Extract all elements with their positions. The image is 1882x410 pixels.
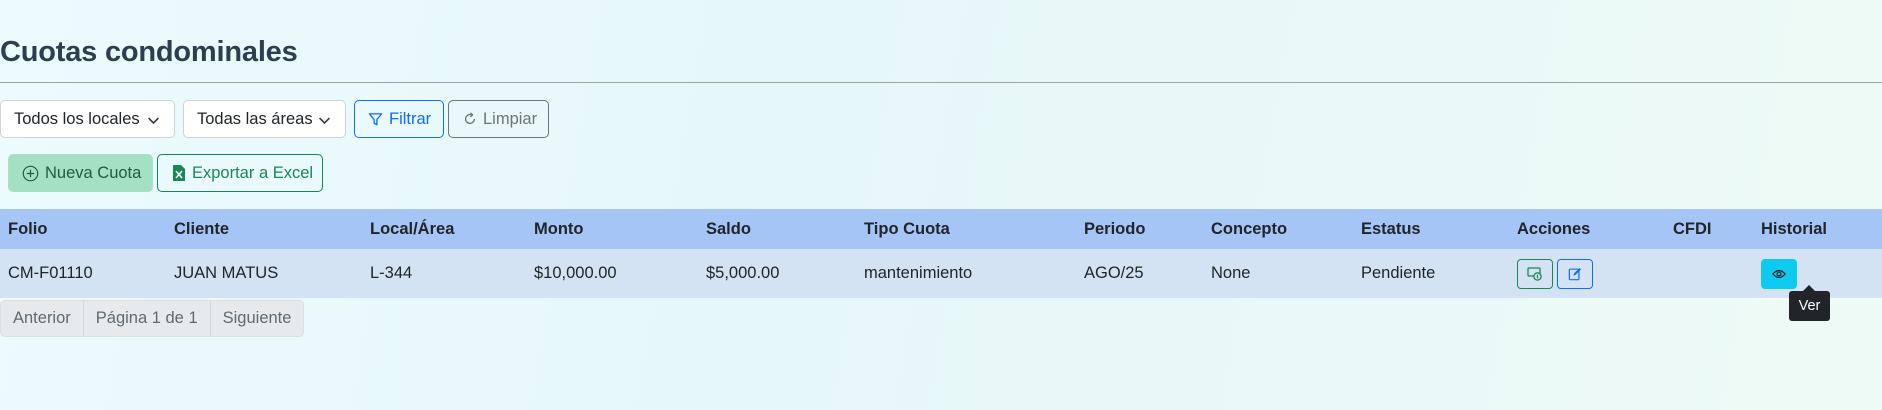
- filter-button[interactable]: Filtrar: [354, 100, 444, 138]
- header-cfdi: CFDI: [1673, 219, 1712, 238]
- pagination-previous[interactable]: Anterior: [1, 301, 83, 336]
- edit-button[interactable]: [1557, 259, 1593, 289]
- export-excel-label: Exportar a Excel: [192, 163, 314, 182]
- locales-select[interactable]: Todos los locales: [0, 100, 175, 138]
- header-saldo[interactable]: Saldo: [706, 209, 751, 249]
- cell-periodo: AGO/25: [1084, 264, 1144, 282]
- refresh-icon: [464, 112, 476, 124]
- header-periodo[interactable]: Periodo: [1084, 209, 1145, 249]
- header-acciones: Acciones: [1517, 219, 1591, 238]
- new-cuota-label: Nueva Cuota: [45, 163, 142, 182]
- filter-icon: [368, 112, 383, 125]
- locales-select-value: Todos los locales: [14, 109, 140, 128]
- cell-saldo: $5,000.00: [706, 264, 780, 282]
- edit-icon: [1568, 268, 1581, 281]
- clear-button[interactable]: Limpiar: [448, 100, 549, 138]
- header-estatus[interactable]: Estatus: [1361, 209, 1421, 249]
- register-payment-button[interactable]: [1517, 259, 1553, 289]
- cell-estatus: Pendiente: [1361, 264, 1436, 282]
- cash-payment-icon: [1527, 267, 1542, 281]
- title-divider: [0, 82, 1882, 83]
- cell-monto: $10,000.00: [534, 264, 617, 282]
- cell-cliente: JUAN MATUS: [174, 264, 279, 282]
- header-tipo-cuota[interactable]: Tipo Cuota: [864, 209, 950, 249]
- cell-concepto: None: [1211, 264, 1251, 282]
- table-header: Folio Cliente Local/Área Monto Saldo Tip…: [0, 209, 1882, 249]
- pagination-next[interactable]: Siguiente: [209, 301, 304, 336]
- eye-icon: [1772, 269, 1786, 279]
- cell-tipo-cuota: mantenimiento: [864, 264, 973, 282]
- pagination: Anterior Página 1 de 1 Siguiente: [0, 300, 305, 337]
- header-local[interactable]: Local/Área: [370, 209, 454, 249]
- clear-button-label: Limpiar: [483, 109, 538, 128]
- header-concepto[interactable]: Concepto: [1211, 209, 1287, 249]
- new-cuota-button[interactable]: Nueva Cuota: [8, 154, 153, 192]
- header-folio[interactable]: Folio: [8, 209, 47, 249]
- chevron-down-icon: [148, 117, 159, 125]
- header-monto[interactable]: Monto: [534, 209, 583, 249]
- cell-folio: CM-F01110: [8, 264, 93, 282]
- table-row: CM-F01110 JUAN MATUS L-344 $10,000.00 $5…: [0, 249, 1882, 298]
- view-history-button[interactable]: [1761, 259, 1797, 289]
- header-historial: Historial: [1761, 219, 1828, 238]
- pagination-page-info: Página 1 de 1: [82, 301, 210, 336]
- page-title: Cuotas condominales: [0, 36, 298, 68]
- plus-circle-icon: [22, 165, 39, 181]
- view-tooltip: Ver: [1789, 285, 1830, 321]
- cell-local: L-344: [370, 264, 413, 282]
- filter-button-label: Filtrar: [389, 109, 432, 128]
- header-cliente[interactable]: Cliente: [174, 209, 229, 249]
- areas-select-value: Todas las áreas: [197, 109, 313, 128]
- export-excel-button[interactable]: Exportar a Excel: [157, 154, 323, 192]
- excel-file-icon: [173, 165, 185, 181]
- areas-select[interactable]: Todas las áreas: [183, 100, 346, 138]
- chevron-down-icon: [319, 117, 330, 125]
